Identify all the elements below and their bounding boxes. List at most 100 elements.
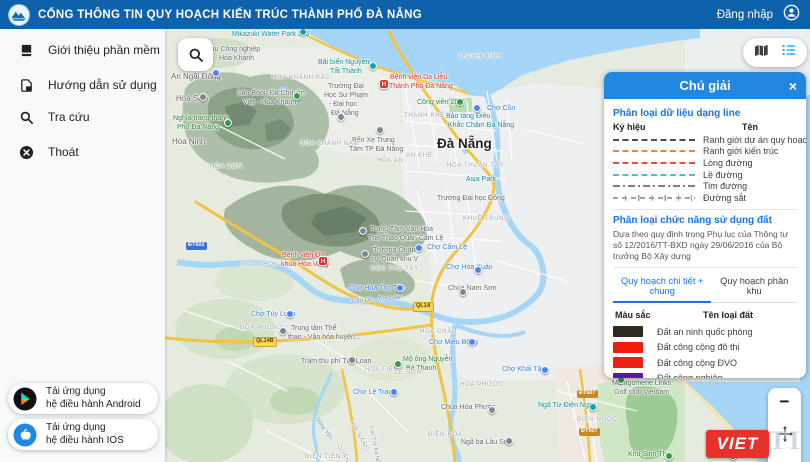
legend-line-row: Tim đường xyxy=(613,180,797,192)
line-name: Ranh giới dự án quy hoạch xyxy=(703,135,806,145)
map-type-control xyxy=(743,38,807,67)
line-name: Lòng đường xyxy=(703,158,752,168)
sidebar-item-search[interactable]: Tra cứu xyxy=(0,104,165,130)
col-color: Màu sắc xyxy=(613,310,659,320)
legend-panel: Chú giải × Phân loại dữ liệu dạng line K… xyxy=(604,72,806,378)
map-marker-blue-icon[interactable] xyxy=(474,266,482,274)
map-label: Trung Tâm Văn Hóa xyxy=(370,226,433,233)
map-label: HÒA SƠN xyxy=(210,164,243,170)
google-play-icon xyxy=(13,387,37,411)
sidebar-item-label: Giới thiệu phần mềm xyxy=(48,43,160,57)
landuse-row: Đất công cộng đô thị xyxy=(613,339,797,355)
map-label: Học Sư Phạm xyxy=(324,92,368,99)
legend-list-icon[interactable] xyxy=(781,42,797,63)
map-label: Mikazuki Water Park 365 xyxy=(232,31,310,38)
map-label: KHUÊ TRUNG xyxy=(463,216,510,222)
map-label: AN KHÊ xyxy=(406,153,433,159)
map-label: HÒA KHÁNH NAM xyxy=(300,141,359,147)
danang-portal-logo-icon xyxy=(8,4,30,26)
map-marker-gray-icon[interactable] xyxy=(348,356,356,364)
map-marker-blue-icon[interactable] xyxy=(396,284,404,292)
map-label: Trường Quân xyxy=(373,247,415,254)
app-header: CỔNG THÔNG TIN QUY HOẠCH KIẾN TRÚC THÀNH… xyxy=(0,0,810,29)
map-marker-gray-icon[interactable] xyxy=(488,406,496,414)
book-icon xyxy=(18,42,34,58)
map-marker-green-icon[interactable] xyxy=(293,92,301,100)
landuse-section-title: Phân loại chức năng sử dụng đất xyxy=(613,215,797,226)
line-section-title: Phân loại dữ liệu dạng line xyxy=(613,108,797,119)
map-label: HÒA NHƠN xyxy=(241,262,279,268)
account-icon[interactable] xyxy=(783,4,800,26)
map-marker-blue-icon[interactable] xyxy=(473,104,481,112)
landuse-color-swatch xyxy=(613,373,643,378)
map-marker-blue-icon[interactable] xyxy=(286,310,294,318)
landuse-name: Đất công nghiệp xyxy=(657,373,723,378)
app-download-android[interactable]: Tải ứng dụnghệ điều hành Android xyxy=(8,383,158,414)
landuse-table-header: Màu sắc Tên loại đất xyxy=(613,310,797,320)
map-label: Đà Nẵng xyxy=(437,136,492,151)
map-label: Trung tâm Thể xyxy=(291,325,337,332)
map-label: LÊ SƠN xyxy=(395,370,422,376)
map-label: Phố Đà Nẵng xyxy=(177,124,219,131)
sidebar-item-book[interactable]: Giới thiệu phần mềm xyxy=(0,37,165,63)
map-label: Khắc Chăm Đà Nẵng xyxy=(448,122,514,129)
line-symbol xyxy=(613,162,695,164)
map-marker-teal-icon[interactable] xyxy=(589,403,597,411)
divider xyxy=(613,267,797,268)
map-label: Thành Phố Đà Nẵng xyxy=(389,83,453,90)
map-label: ĐIỆN TIẾN xyxy=(305,454,341,460)
watermark-ghost-letters: TI xyxy=(769,426,802,456)
map-marker-gray-icon[interactable] xyxy=(279,327,287,335)
map-marker-hospital-icon[interactable]: H xyxy=(379,79,389,89)
map-marker-gray-icon[interactable] xyxy=(505,437,513,445)
landuse-description: Dựa theo quy định trong Phụ lục của Thôn… xyxy=(613,229,797,262)
map-label: sự Quân khu V xyxy=(371,256,418,263)
legend-line-row: Đường sắt xyxy=(613,192,797,204)
map-marker-gray-icon[interactable] xyxy=(199,93,207,101)
legend-tab-2[interactable]: Quy hoạch phân khu xyxy=(711,273,797,302)
map-label: THANH KHÊ xyxy=(404,113,445,119)
map-marker-teal-icon[interactable] xyxy=(369,62,377,70)
map-layers-icon[interactable] xyxy=(753,42,770,64)
map-marker-green-icon[interactable] xyxy=(456,98,464,106)
sidebar-item-label: Hướng dẫn sử dụng xyxy=(48,78,157,92)
map-marker-gray-icon[interactable] xyxy=(337,113,345,121)
map-label: HÒA PHƯỚC xyxy=(460,382,504,388)
map-marker-green-icon[interactable] xyxy=(394,360,402,368)
map-marker-blue-icon[interactable] xyxy=(541,366,549,374)
sidebar-item-doc[interactable]: Hướng dẫn sử dụng xyxy=(0,72,165,98)
map-marker-blue-icon[interactable] xyxy=(212,69,220,77)
road-badge: QL14B xyxy=(253,337,277,347)
map-label: Ngã Tư Điện Ngọc xyxy=(538,402,596,409)
map-label: Tất Thành xyxy=(330,68,362,75)
sidebar-item-exit[interactable]: Thoát xyxy=(0,139,165,165)
road-badge: ĐT607 xyxy=(577,390,598,398)
map-label: Golf club Vietnam xyxy=(614,389,669,396)
map-marker-green-icon[interactable] xyxy=(665,452,673,460)
map-marker-blue-icon[interactable] xyxy=(390,388,398,396)
apple-icon xyxy=(13,423,37,447)
line-name: Ranh giới kiến trúc xyxy=(703,146,778,156)
map-label: HÒA TIẾN xyxy=(365,367,399,373)
sidebar: Giới thiệu phần mềm Hướng dẫn sử dụng Tra … xyxy=(0,29,165,462)
map-marker-gray-icon[interactable] xyxy=(459,288,467,296)
legend-tab-1[interactable]: Quy hoạch chi tiết + chung xyxy=(613,273,711,303)
close-icon[interactable]: × xyxy=(789,79,797,93)
map-marker-green-icon[interactable] xyxy=(224,119,232,127)
map-marker-gray-icon[interactable] xyxy=(361,250,369,258)
map-container[interactable]: Mikazuki Water Park 365Khu Công nghiệpHò… xyxy=(165,29,810,462)
page-title: CỔNG THÔNG TIN QUY HOẠCH KIẾN TRÚC THÀNH… xyxy=(38,9,422,21)
line-symbol xyxy=(613,185,695,187)
map-label: HÒA THỌ TÂY xyxy=(371,266,419,272)
map-search-button[interactable] xyxy=(178,38,213,71)
map-marker-gray-icon[interactable] xyxy=(359,227,367,235)
line-symbol xyxy=(613,139,695,141)
app-download-ios[interactable]: Tải ứng dụnghệ điều hành IOS xyxy=(8,419,158,450)
login-button[interactable]: Đăng nhập xyxy=(717,9,773,21)
map-marker-blue-icon[interactable] xyxy=(468,338,476,346)
zoom-out-button[interactable]: − xyxy=(780,393,790,410)
map-marker-gray-icon[interactable] xyxy=(376,126,384,134)
map-marker-blue-icon[interactable] xyxy=(415,244,423,252)
map-label: Chợ Cồn xyxy=(487,105,515,112)
map-marker-hospital-icon[interactable]: H xyxy=(318,256,328,266)
